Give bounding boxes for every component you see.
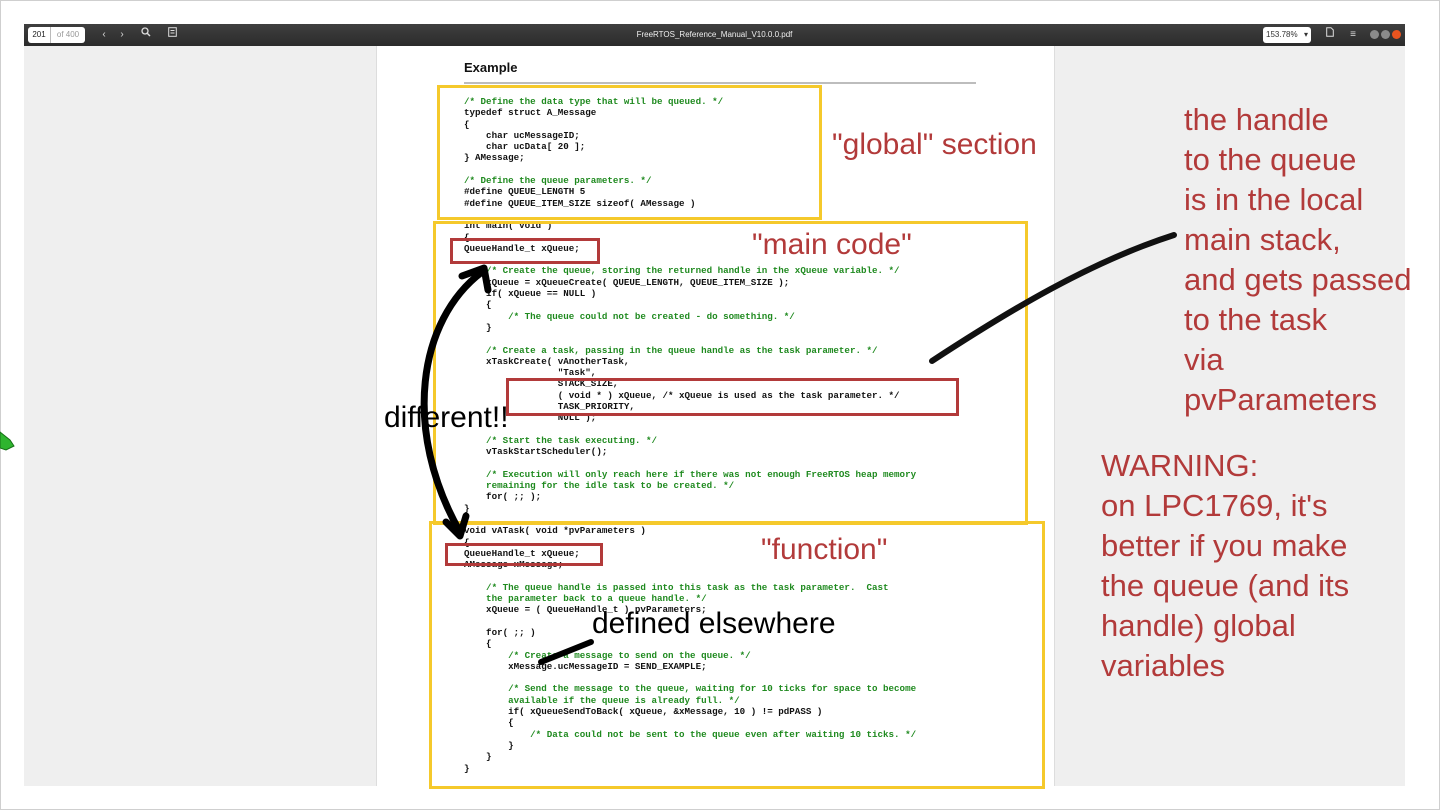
minimize-window-icon[interactable] [1370, 30, 1379, 39]
next-page-icon[interactable]: › [114, 27, 130, 43]
global-section-label: "global" section [832, 128, 1037, 161]
page-number-input[interactable]: 201 [28, 27, 51, 43]
search-icon[interactable] [138, 27, 154, 43]
sidebar-toggle-icon[interactable] [164, 27, 180, 43]
main-queue-handle-highlight [450, 238, 600, 264]
zoom-select[interactable]: 153.78% ▾ [1263, 27, 1311, 43]
main-code-section-box [433, 221, 1028, 525]
zoom-value: 153.78% [1266, 30, 1298, 39]
close-window-icon[interactable] [1392, 30, 1401, 39]
section-heading: Example [464, 60, 518, 75]
function-label: "function" [761, 533, 888, 566]
handle-explanation-note: the handle to the queue is in the local … [1184, 102, 1412, 417]
document-properties-icon[interactable] [1322, 27, 1338, 43]
warning-note: WARNING: on LPC1769, it's better if you … [1101, 448, 1350, 683]
task-parameter-highlight [506, 378, 959, 416]
previous-page-icon[interactable]: ‹ [96, 27, 112, 43]
defined-elsewhere-label: defined elsewhere [592, 607, 836, 640]
page-total: of 400 [56, 30, 80, 39]
maximize-window-icon[interactable] [1381, 30, 1390, 39]
menu-icon[interactable]: ≡ [1345, 27, 1361, 43]
heading-rule [464, 82, 976, 84]
page-number-box[interactable]: 201 of 400 [28, 27, 85, 43]
different-label: different!! [384, 401, 509, 434]
main-code-label: "main code" [752, 228, 912, 261]
document-title: FreeRTOS_Reference_Manual_V10.0.0.pdf [636, 30, 793, 39]
viewer-toolbar: 201 of 400 ‹ › FreeRTOS_Reference_Manual… [24, 24, 1405, 46]
chevron-down-icon: ▾ [1303, 30, 1308, 39]
function-queue-handle-highlight [445, 543, 603, 566]
global-section-box [437, 85, 822, 220]
